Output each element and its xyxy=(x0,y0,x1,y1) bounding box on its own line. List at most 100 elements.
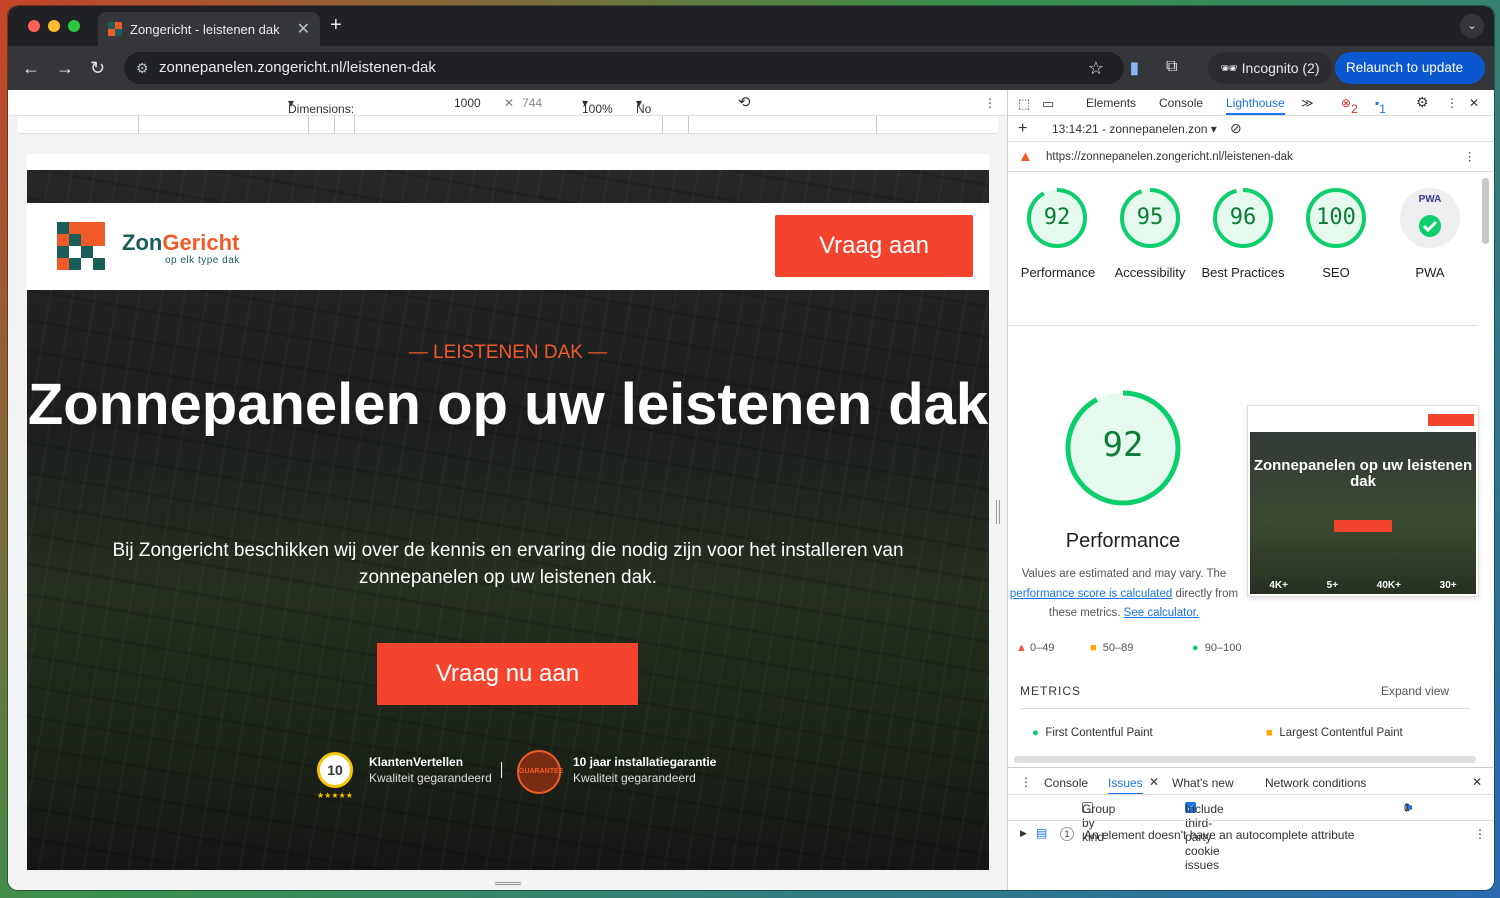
logo-gericht: Gericht xyxy=(162,230,240,255)
device-toggle-icon[interactable]: ▭ xyxy=(1042,96,1054,112)
close-tab-icon[interactable]: ✕ xyxy=(297,19,310,39)
vertical-scrollbar[interactable] xyxy=(1482,178,1489,244)
thumb-stat: 40K+ xyxy=(1376,580,1401,591)
close-devtools-icon[interactable]: ✕ xyxy=(1469,96,1479,110)
width-input[interactable]: 1000 xyxy=(454,96,481,110)
device-more-icon[interactable]: ⋮ xyxy=(984,96,996,110)
site-settings-icon[interactable]: ⚙ xyxy=(136,52,149,84)
label-best-practices: Best Practices xyxy=(1201,265,1285,280)
hero-kicker: — LEISTENEN DAK — xyxy=(408,342,608,363)
more-tabs-icon[interactable]: ≫ xyxy=(1301,96,1314,110)
devtools-more-icon[interactable]: ⋮ xyxy=(1446,96,1458,110)
badge1-title: KlantenVertellen xyxy=(369,755,464,769)
devtools-panel: ⬚ ▭ Elements Console Lighthouse ≫ ⊗ 2 ▪ … xyxy=(1007,90,1494,890)
drawer-tab-console[interactable]: Console xyxy=(1044,776,1088,790)
resize-handle-right[interactable] xyxy=(996,500,1000,524)
browser-tab-active[interactable]: Zongericht - leistenen dak ✕ xyxy=(98,12,320,46)
gauge-best-practices[interactable]: 96 xyxy=(1211,186,1275,250)
browser-window: Zongericht - leistenen dak ✕ + ⌄ ← → ↻ ⚙… xyxy=(8,6,1494,890)
throttling-dropdown[interactable]: No throttling ▾ xyxy=(636,96,682,130)
address-bar[interactable]: ⚙ zonnepanelen.zongericht.nl/leistenen-d… xyxy=(124,52,1124,84)
horizontal-scrollbar[interactable] xyxy=(1014,756,1476,763)
zoom-label: 100% xyxy=(582,102,613,116)
media-query-ruler xyxy=(18,116,998,134)
tab-lighthouse[interactable]: Lighthouse xyxy=(1226,96,1285,115)
extension-icon[interactable]: ▮ xyxy=(1130,58,1139,78)
guarantee-seal-icon: GUARANTEE xyxy=(517,750,563,794)
count-blue: 1 xyxy=(1404,802,1411,814)
thumb-stats: 4K+ 5+ 40K+ 30+ xyxy=(1250,580,1476,591)
logo-wordmark[interactable]: ZonGericht xyxy=(122,230,239,256)
drawer-tab-network-conditions[interactable]: Network conditions xyxy=(1265,776,1366,790)
tab-search-icon[interactable]: ⌄ xyxy=(1460,14,1484,38)
clear-reports-icon[interactable]: ⊘ xyxy=(1230,120,1242,137)
minimize-window-button[interactable] xyxy=(48,20,60,32)
back-icon[interactable]: ← xyxy=(22,58,40,79)
scores-divider xyxy=(1008,325,1478,326)
drawer-menu-icon[interactable]: ⋮ xyxy=(1020,775,1032,789)
devtools-tabbar: ⬚ ▭ Elements Console Lighthouse ≫ ⊗ 2 ▪ … xyxy=(1008,90,1494,116)
gauge-seo[interactable]: 100 xyxy=(1304,186,1368,250)
logo-icon[interactable] xyxy=(57,222,105,270)
expand-view-toggle[interactable]: Expand view xyxy=(1381,684,1449,698)
legend-pass: ● 90–100 xyxy=(1192,642,1242,654)
close-drawer-icon[interactable]: ✕ xyxy=(1472,775,1482,789)
badge-divider xyxy=(501,762,502,778)
zoom-dropdown[interactable]: 100% ▾ xyxy=(582,96,613,116)
issue-menu-icon[interactable]: ⋮ xyxy=(1474,827,1486,841)
legend-pass-label: 90–100 xyxy=(1204,642,1242,654)
performance-heading: Performance xyxy=(1065,530,1181,552)
final-screenshot-thumbnail[interactable]: Zonnepanelen op uw leistenen dak 4K+ 5+ … xyxy=(1248,406,1478,596)
hero-cta-button[interactable]: Vraag nu aan xyxy=(377,643,638,705)
tab-elements[interactable]: Elements xyxy=(1086,96,1136,110)
screenshot-image: Zonnepanelen op uw leistenen dak 4K+ 5+ … xyxy=(1250,408,1476,594)
dimensions-dropdown[interactable]: Dimensions: Responsive ▾ xyxy=(288,96,354,130)
settings-gear-icon[interactable]: ⚙ xyxy=(1416,94,1429,111)
calculator-link[interactable]: See calculator. xyxy=(1124,607,1199,619)
maximize-window-button[interactable] xyxy=(68,20,80,32)
drawer-tab-issues[interactable]: Issues xyxy=(1108,776,1143,795)
report-url: https://zonnepanelen.zongericht.nl/leist… xyxy=(1046,151,1293,163)
rating-stars-icon: ★★★★★ xyxy=(317,791,353,800)
gauge-accessibility[interactable]: 95 xyxy=(1118,186,1182,250)
label-accessibility: Accessibility xyxy=(1114,265,1186,280)
lighthouse-url-bar: ▲ https://zonnepanelen.zongericht.nl/lei… xyxy=(1008,142,1494,172)
legend-fail-label: 0–49 xyxy=(1029,642,1055,654)
tab-console[interactable]: Console xyxy=(1159,96,1203,110)
pwa-text: PWA xyxy=(1418,194,1442,205)
close-window-button[interactable] xyxy=(28,20,40,32)
height-input[interactable]: 744 xyxy=(522,96,542,110)
new-report-icon[interactable]: + xyxy=(1018,120,1027,138)
gauge-value: 95 xyxy=(1136,205,1164,230)
new-tab-icon[interactable]: + xyxy=(330,14,342,37)
report-menu-icon[interactable]: ⋮ xyxy=(1464,149,1476,163)
error-count[interactable]: ⊗ 2 xyxy=(1341,96,1358,116)
values-note-2: directly from xyxy=(1175,587,1239,600)
values-note: Values are estimated and may vary. The p… xyxy=(1008,565,1240,624)
score-calculated-link[interactable]: performance score is calculated xyxy=(1010,588,1172,600)
logo-zon: Zon xyxy=(122,230,163,255)
relaunch-button[interactable]: Relaunch to update ⋮ xyxy=(1335,52,1485,107)
incognito-button[interactable]: 🕶 Incognito (2) xyxy=(1208,52,1332,84)
resize-handle-bottom[interactable] xyxy=(495,882,521,885)
metric-fcp: ● First Contentful Paint xyxy=(1032,727,1153,739)
close-issues-tab-icon[interactable]: ✕ xyxy=(1149,775,1159,789)
message-count[interactable]: ▪ 1 xyxy=(1375,96,1386,116)
drawer-divider xyxy=(1008,820,1494,821)
bookmark-star-icon[interactable]: ☆ xyxy=(1088,52,1104,84)
thumb-header xyxy=(1250,408,1476,432)
issue-text[interactable]: An element doesn't have an autocomplete … xyxy=(1084,828,1354,842)
gauge-performance[interactable]: 92 xyxy=(1025,186,1089,250)
expand-issue-icon[interactable]: ▶ xyxy=(1020,828,1027,839)
extensions-puzzle-icon[interactable]: ⧉ xyxy=(1166,58,1177,76)
drawer-tab-whats-new[interactable]: What's new xyxy=(1172,776,1234,790)
dimension-separator-icon: ✕ xyxy=(504,96,515,110)
gauge-pwa[interactable]: PWA xyxy=(1398,186,1462,250)
report-selector[interactable]: 13:14:21 - zonnepanelen.zon ▾ xyxy=(1052,122,1217,136)
forward-icon[interactable]: → xyxy=(56,58,74,79)
reload-icon[interactable]: ↻ xyxy=(90,58,105,79)
header-request-button[interactable]: Vraag aan xyxy=(775,215,973,277)
triangle-icon: ▲ xyxy=(1016,642,1027,654)
rotate-icon[interactable]: ⟲ xyxy=(738,93,751,111)
inspect-element-icon[interactable]: ⬚ xyxy=(1018,96,1030,112)
